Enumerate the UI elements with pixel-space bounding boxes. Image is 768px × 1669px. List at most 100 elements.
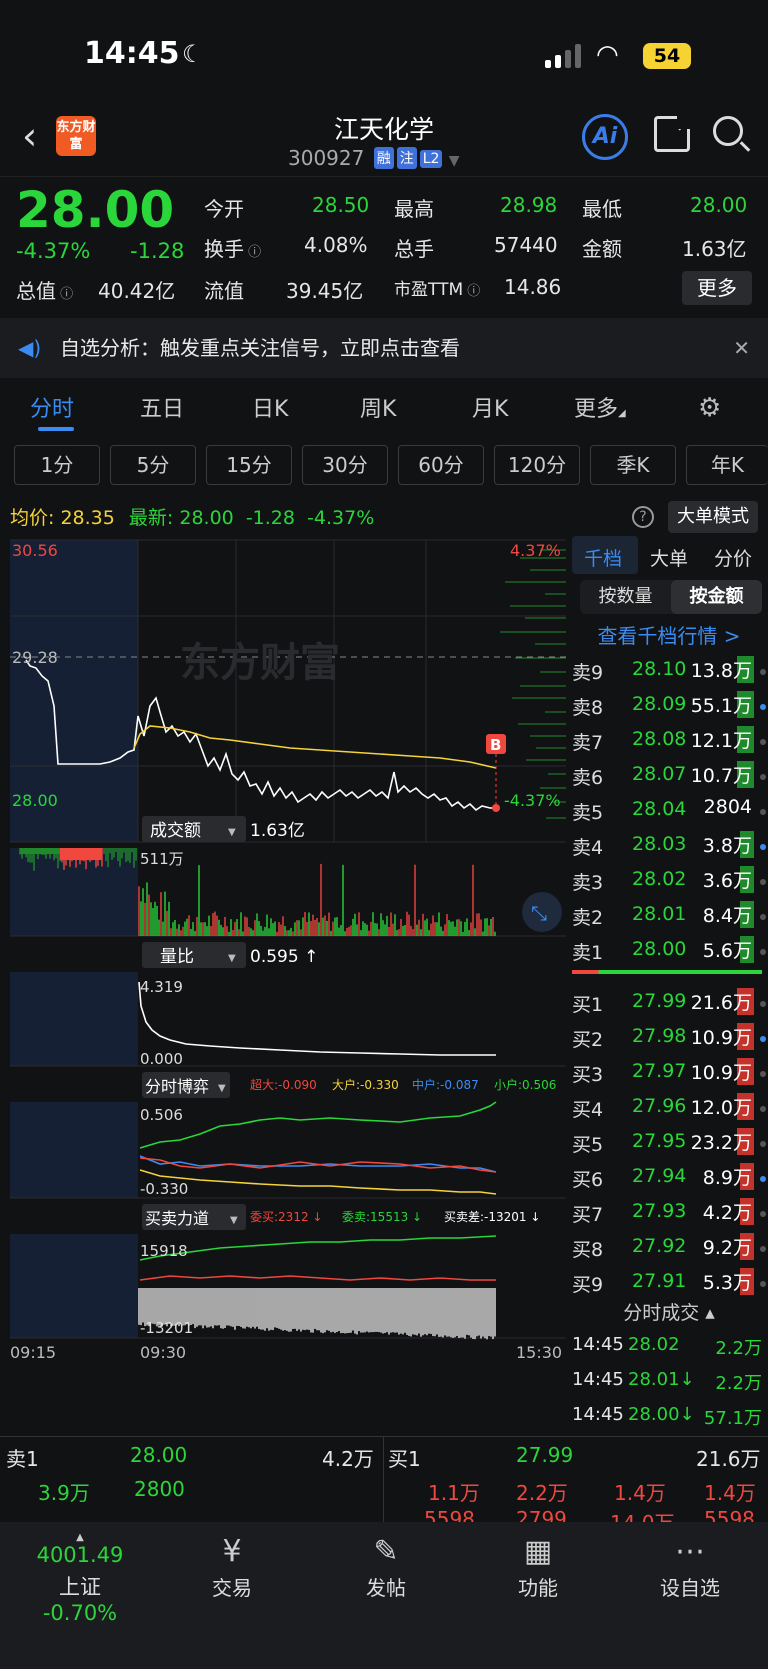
level1-quote: 卖1 28.00 4.2万 买1 27.99 21.6万 3.9万 2800 1… [0, 1436, 768, 1522]
bid-row[interactable]: 买4 27.96 12.0万 [570, 1091, 768, 1125]
turnover-value: 4.08% [304, 233, 368, 257]
bid-row[interactable]: 买8 27.92 9.2万 [570, 1231, 768, 1265]
ask-volume: 10.7万 [688, 761, 754, 788]
tick-time: 14:45 [572, 1369, 624, 1390]
help-icon[interactable]: ? [632, 506, 654, 528]
ask-row[interactable]: 卖3 28.02 3.6万 [570, 864, 768, 898]
period-1m[interactable]: 1分 [14, 445, 100, 485]
stock-code[interactable]: 300927 融注 L2 ▼ [288, 146, 460, 170]
ask-level: 卖2 [572, 907, 604, 929]
vol-label: 成交额 [150, 821, 201, 841]
search-icon[interactable] [713, 116, 743, 146]
time-axis-open: 09:30 [140, 1343, 186, 1362]
nav-index[interactable]: ▲ 4001.49 上证 -0.70% [20, 1532, 140, 1625]
ticks-header[interactable]: 分时成交 ▴ [570, 1298, 768, 1325]
bid-volume: 5.3万 [700, 1268, 754, 1295]
ask-dot [760, 809, 766, 815]
notice-text: 自选分析：触发重点关注信号，立即点击查看 [60, 336, 460, 360]
corner-arrow-icon: ◢ [618, 408, 626, 419]
bid1-detail-4: 1.4万 [704, 1481, 756, 1505]
ask-volume: 2804 [703, 796, 752, 818]
game-min-label: -0.330 [140, 1180, 188, 1198]
tab-weekly[interactable]: 周K [360, 391, 396, 423]
bid1-detail2-2: 2799 [516, 1507, 567, 1522]
notice-bar[interactable]: ◀) 自选分析：触发重点关注信号，立即点击查看 ✕ [0, 318, 768, 378]
ask-row[interactable]: 卖2 28.01 8.4万 [570, 899, 768, 933]
mktcap-label[interactable]: 总值 ⓘ [16, 275, 73, 304]
toggle-by-amount[interactable]: 按金额 [671, 580, 762, 614]
period-quarter[interactable]: 季K [590, 445, 676, 485]
period-60m[interactable]: 60分 [398, 445, 484, 485]
tab-more[interactable]: 更多◢ [574, 391, 626, 423]
chevron-up-icon: ▲ [76, 1532, 84, 1543]
amount-value: 1.63亿 [682, 237, 747, 261]
period-15m[interactable]: 15分 [206, 445, 292, 485]
period-5m[interactable]: 5分 [110, 445, 196, 485]
vol-value: 1.63亿 [250, 821, 305, 841]
bid-row[interactable]: 买3 27.97 10.9万 [570, 1056, 768, 1090]
ai-button[interactable]: Ai [582, 114, 628, 160]
ask-row[interactable]: 卖9 28.10 13.8万 [570, 654, 768, 688]
tick-price: 28.01↓ [628, 1369, 695, 1390]
tick-time: 14:45 [572, 1334, 624, 1355]
force-diff: 买卖差:-13201 ↓ [444, 1210, 540, 1224]
bid-level: 买7 [572, 1204, 604, 1226]
info-icon: ⓘ [56, 287, 74, 302]
bid-price: 27.98 [632, 1025, 687, 1047]
tab-5day[interactable]: 五日 [140, 391, 184, 423]
ask-volume: 3.8万 [700, 831, 754, 858]
ask-level: 卖4 [572, 837, 604, 859]
tab-daily[interactable]: 日K [252, 391, 288, 423]
bid-row[interactable]: 买5 27.95 23.2万 [570, 1126, 768, 1160]
close-icon[interactable]: ✕ [733, 318, 750, 378]
latest-value: 28.00 [179, 507, 234, 529]
tab-intraday[interactable]: 分时 [30, 391, 74, 423]
game-label: 分时博弈 [145, 1077, 209, 1096]
intraday-chart[interactable]: 东方财富 B 30.56 4.37% 29.28 28.00 -4.37% 成交… [0, 536, 570, 1436]
ask-level: 卖1 [572, 942, 604, 964]
period-selector: 1分 5分 15分 30分 60分 120分 季K 年K [0, 445, 768, 487]
lb-max-label: 4.319 [140, 978, 183, 996]
side-tab-depth[interactable]: 千档 [584, 544, 622, 571]
y-max-pct: 4.37% [510, 541, 561, 560]
ask-row[interactable]: 卖5 28.04 2804 [570, 794, 768, 828]
ask-row[interactable]: 卖7 28.08 12.1万 [570, 724, 768, 758]
gear-icon[interactable]: ⚙ [698, 393, 721, 423]
tab-monthly[interactable]: 月K [472, 391, 508, 423]
bid-row[interactable]: 买7 27.93 4.2万 [570, 1196, 768, 1230]
turnover-label[interactable]: 换手 ⓘ [204, 233, 261, 262]
watermark: 东方财富 [180, 640, 340, 686]
ask-row[interactable]: 卖8 28.09 55.1万 [570, 689, 768, 723]
nav-function[interactable]: ▦ 功能 [488, 1532, 588, 1601]
avg-label: 均价: [10, 507, 55, 529]
period-30m[interactable]: 30分 [302, 445, 388, 485]
more-button[interactable]: 更多 [682, 271, 752, 305]
period-120m[interactable]: 120分 [494, 445, 580, 485]
pe-label[interactable]: 市盈TTM ⓘ [394, 275, 480, 300]
share-icon[interactable]: ↗ [654, 109, 695, 152]
ask-dot [760, 879, 766, 885]
info-icon: ⓘ [463, 284, 481, 299]
bid-row[interactable]: 买2 27.98 10.9万 [570, 1021, 768, 1055]
ask-row[interactable]: 卖4 28.03 3.8万 [570, 829, 768, 863]
bid-row[interactable]: 买1 27.99 21.6万 [570, 986, 768, 1020]
deep-book-link[interactable]: 查看千档行情 > [570, 620, 768, 649]
side-tab-bigorder[interactable]: 大单 [650, 544, 688, 571]
toggle-by-quantity[interactable]: 按数量 [580, 580, 671, 614]
bid-level: 买4 [572, 1099, 604, 1121]
nav-watchlist[interactable]: ⋯ 设自选 [640, 1532, 740, 1601]
nav-post[interactable]: ✎ 发帖 [336, 1532, 436, 1601]
ask-row[interactable]: 卖6 28.07 10.7万 [570, 759, 768, 793]
side-tab-byprice[interactable]: 分价 [714, 544, 752, 571]
bid-row[interactable]: 买6 27.94 8.9万 [570, 1161, 768, 1195]
ask-dot [760, 949, 766, 955]
index-pct: -0.70% [42, 1601, 118, 1625]
bid-row[interactable]: 买9 27.91 5.3万 [570, 1266, 768, 1300]
bid-level: 买1 [572, 994, 604, 1016]
big-order-mode-button[interactable]: 大单模式 [668, 501, 758, 533]
ask-level: 卖5 [572, 802, 604, 824]
depth-bars [500, 549, 566, 819]
ask-row[interactable]: 卖1 28.00 5.6万 [570, 934, 768, 968]
nav-trade[interactable]: ¥ 交易 [182, 1532, 282, 1601]
period-year[interactable]: 年K [686, 445, 768, 485]
